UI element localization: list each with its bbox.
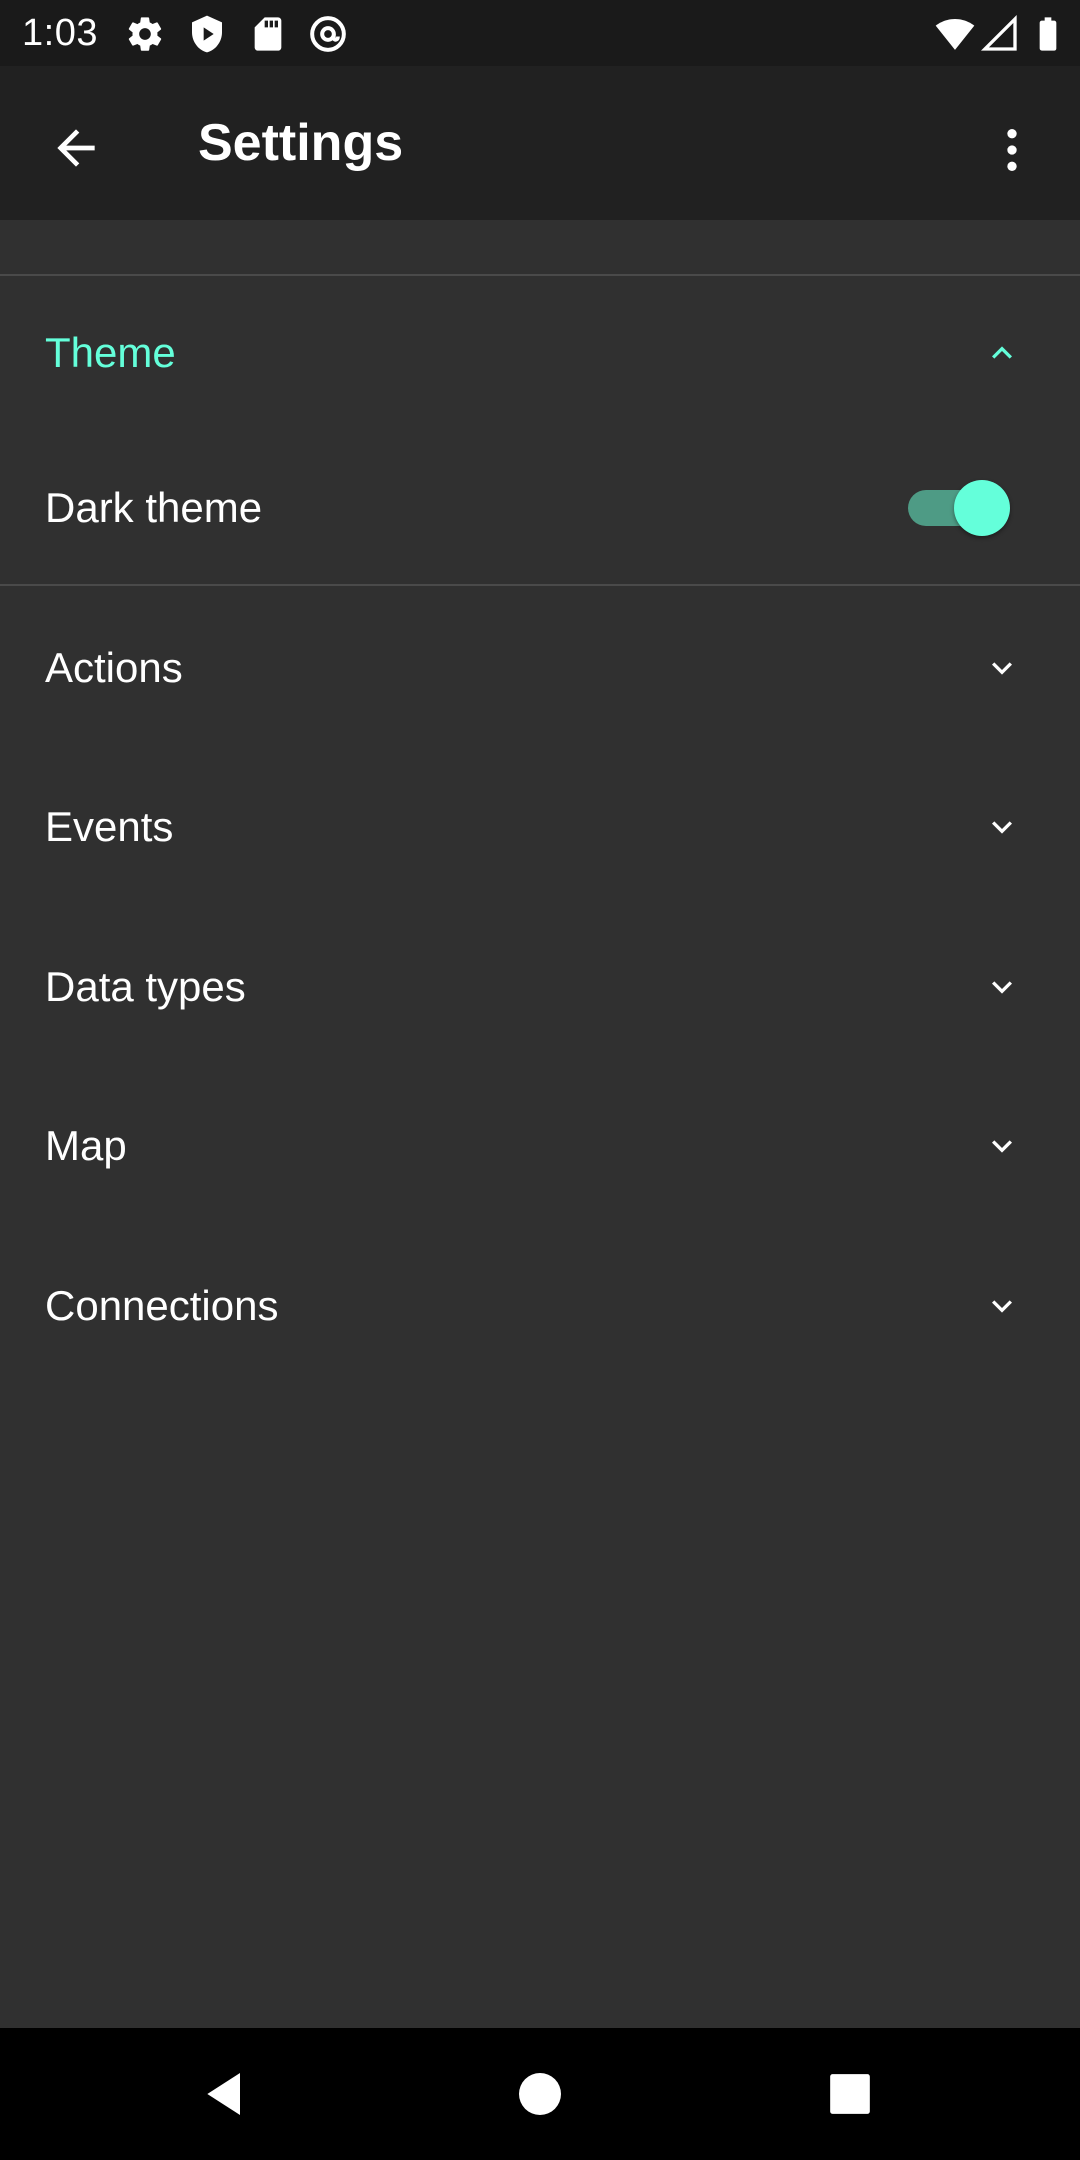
- section-actions[interactable]: Actions: [0, 593, 1080, 743]
- section-connections-label: Connections: [45, 1282, 279, 1329]
- section-events-label: Events: [45, 803, 174, 850]
- nav-recents-icon: [830, 2074, 870, 2114]
- section-data-types[interactable]: Data types: [0, 912, 1080, 1062]
- more-options-button[interactable]: [972, 110, 1052, 190]
- more-vert-icon: [1007, 129, 1017, 171]
- section-map-label: Map: [45, 1122, 127, 1169]
- arrow-back-icon: [57, 129, 95, 167]
- chevron-down-icon: [992, 821, 1012, 834]
- chevron-down-icon: [992, 1140, 1012, 1153]
- pref-dark-theme-label: Dark theme: [45, 484, 263, 531]
- signal-icon: [980, 14, 1017, 51]
- system-nav-bar: [0, 2028, 1080, 2160]
- section-events[interactable]: Events: [0, 752, 1080, 902]
- pref-dark-theme[interactable]: Dark theme: [0, 432, 1080, 586]
- wifi-icon: [935, 19, 975, 50]
- status-bar: 1:03: [0, 0, 1080, 66]
- nav-back-button[interactable]: [186, 2054, 266, 2134]
- page-title: Settings: [198, 114, 404, 172]
- status-time: 1:03: [22, 12, 98, 54]
- gear-icon: [128, 17, 162, 51]
- section-data-types-label: Data types: [45, 963, 246, 1010]
- collapsed-section-strip: [0, 220, 1080, 276]
- nav-back-icon: [207, 2073, 240, 2115]
- section-actions-label: Actions: [45, 644, 183, 691]
- chevron-down-icon: [992, 1300, 1012, 1313]
- dark-theme-toggle[interactable]: [908, 480, 1010, 536]
- section-connections[interactable]: Connections: [0, 1231, 1080, 1381]
- nav-home-button[interactable]: [500, 2054, 580, 2134]
- chevron-down-icon: [992, 981, 1012, 994]
- chevron-up-icon: [992, 346, 1012, 359]
- at-sign-icon: [310, 16, 346, 52]
- toggle-thumb: [954, 480, 1010, 536]
- app-bar: Settings: [0, 66, 1080, 220]
- nav-recents-button[interactable]: [810, 2054, 890, 2134]
- back-button[interactable]: [36, 108, 116, 188]
- section-theme[interactable]: Theme: [0, 278, 1080, 428]
- battery-icon: [1039, 17, 1057, 51]
- shield-icon: [192, 15, 222, 53]
- chevron-down-icon: [992, 662, 1012, 675]
- sd-card-icon: [254, 17, 282, 51]
- section-map[interactable]: Map: [0, 1071, 1080, 1221]
- nav-home-icon: [519, 2073, 561, 2115]
- section-theme-label: Theme: [45, 329, 176, 376]
